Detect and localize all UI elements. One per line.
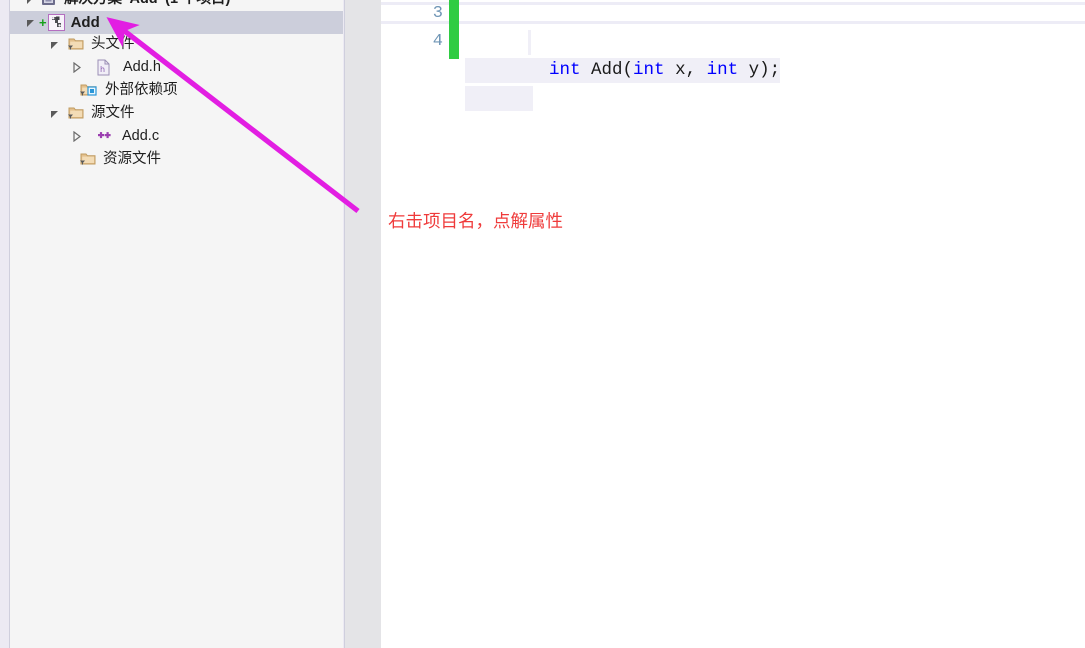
tree-label-add-c: Add.c [122,128,160,144]
tree-label-source-files: 源文件 [91,105,135,121]
tree-row-filter-resource-files[interactable]: 资源文件 [10,148,343,171]
filter-folder-icon [67,105,85,123]
expander-closed-icon[interactable] [73,62,83,73]
tree-row-filter-header-files[interactable]: 头文件 [10,33,343,56]
solution-tree[interactable]: 解决方案 'Add' (1 个项目) + Add [9,0,343,648]
filter-folder-icon [67,36,85,54]
line-number-gutter: 3 4 [381,0,447,648]
tree-label-project-add: Add [70,14,100,31]
token-plain: y); [738,60,781,80]
token-plain: Add( [580,60,634,80]
expander-closed-icon[interactable] [73,131,83,142]
expander-open-icon[interactable] [27,20,34,27]
token-keyword: int [633,60,665,80]
line-number: 4 [432,32,443,51]
token-plain: x, [664,60,707,80]
c-file-icon [96,128,113,146]
cpp-project-icon [47,14,65,31]
expander-open-icon[interactable] [51,111,58,118]
tree-label-external-dependencies: 外部依赖项 [105,82,178,98]
svg-text:h: h [100,65,105,74]
tree-row-file-add-c[interactable]: Add.c [10,125,343,148]
code-editor[interactable]: 3 4 int Add(int x, int y); [381,0,1085,648]
code-line-3[interactable]: int Add(int x, int y); [465,0,1085,111]
line-number: 3 [432,4,443,23]
tree-label-resource-files: 资源文件 [103,151,161,167]
tree-row-project-add[interactable]: + Add [10,11,343,34]
tree-row-solution-root[interactable]: 解决方案 'Add' (1 个项目) [10,0,343,11]
expander-open-icon[interactable] [27,0,34,4]
tree-row-filter-source-files[interactable]: 源文件 [10,102,343,125]
external-deps-icon [79,82,97,100]
solution-explorer-panel: 解决方案 'Add' (1 个项目) + Add [0,0,344,648]
project-added-badge-icon: + [39,15,47,30]
tree-label-solution-root: 解决方案 'Add' (1 个项目) [63,0,230,11]
code-text-area[interactable]: int Add(int x, int y); [465,0,1085,648]
tree-label-header-files: 头文件 [91,36,135,52]
tree-label-add-h: Add.h [123,59,161,75]
token-keyword: int [706,60,739,80]
solution-icon [40,0,58,9]
tree-row-external-dependencies[interactable]: 外部依赖项 [10,79,343,102]
token-keyword: int [549,60,581,80]
pane-splitter[interactable] [344,0,381,648]
tree-row-file-add-h[interactable]: h Add.h [10,56,343,79]
h-file-icon: h [96,59,114,77]
filter-folder-icon [79,151,97,169]
code-line-4[interactable] [465,28,1085,56]
annotation-note: 右击项目名，点解属性 [388,211,563,231]
expander-open-icon[interactable] [51,42,58,49]
change-bar-indicator [449,0,459,59]
